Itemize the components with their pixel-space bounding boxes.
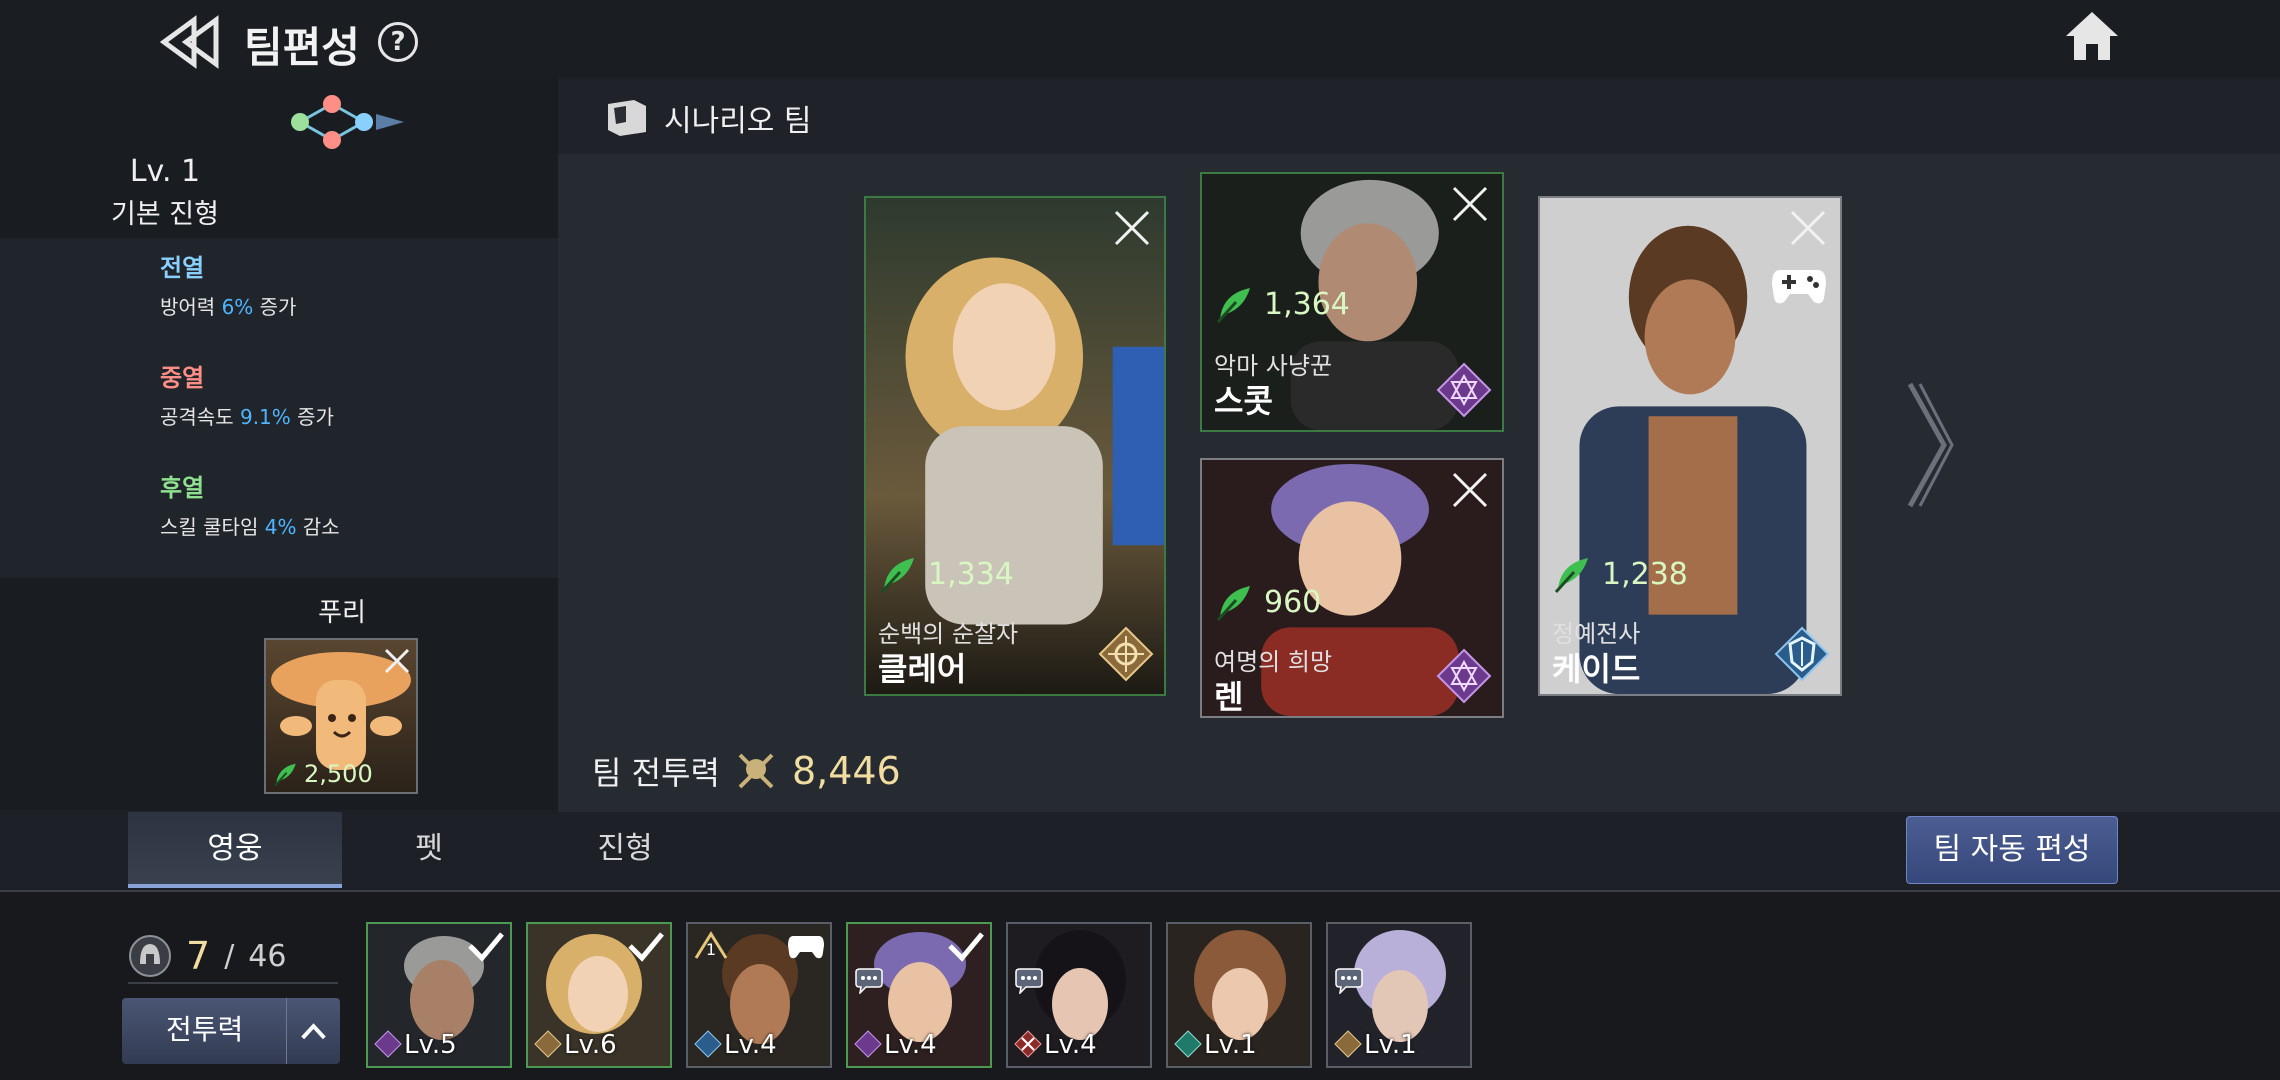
page-title: 팀편성: [244, 23, 360, 72]
rank-badge-icon: 1: [694, 931, 728, 959]
hero-level: Lv.1: [1364, 1030, 1417, 1060]
support-class-icon: [1174, 1030, 1202, 1058]
gamepad-icon: [1772, 270, 1826, 304]
hero-name: 스콧: [1214, 382, 1273, 420]
middle-row-desc: 공격속도 9.1% 증가: [160, 405, 334, 429]
hero-level: Lv.4: [884, 1030, 937, 1060]
home-icon[interactable]: [2062, 8, 2122, 64]
mage-class-icon: [1436, 648, 1492, 704]
power-icon: [1216, 288, 1250, 324]
back-row-info: 후열 스킬 쿨타임 4% 감소: [160, 468, 340, 540]
assassin-class-icon: [1014, 1030, 1042, 1058]
warrior-class-icon: [694, 1030, 722, 1058]
hero-power: 1,364: [1214, 284, 1350, 324]
hero-level: Lv.1: [1204, 1030, 1257, 1060]
front-row-desc: 방어력 6% 증가: [160, 295, 297, 319]
roster-hero-card[interactable]: 1 Lv.4: [686, 922, 832, 1068]
remove-pet-icon[interactable]: [382, 646, 412, 676]
warrior-class-icon: [1774, 626, 1830, 682]
hero-level: Lv.6: [564, 1030, 617, 1060]
front-row-info: 전열 방어력 6% 증가: [160, 248, 296, 320]
roster-count: 7/46: [128, 930, 338, 984]
hero-name: 렌: [1214, 678, 1244, 716]
selected-check-icon: [468, 932, 504, 962]
next-page-arrow-icon[interactable]: [1904, 380, 1954, 510]
power-icon: [880, 558, 914, 594]
combat-power-icon: [738, 753, 774, 789]
roster-hero-card[interactable]: Lv.1: [1166, 922, 1312, 1068]
chevron-up-icon[interactable]: [286, 998, 340, 1064]
power-icon: [274, 763, 296, 787]
hero-card-cade[interactable]: 1,238 정예전사 케이드: [1538, 196, 1842, 696]
gamepad-icon: [788, 936, 824, 959]
remove-hero-icon[interactable]: [1450, 470, 1490, 510]
ranger-class-icon: [534, 1030, 562, 1058]
helmet-icon: [129, 935, 171, 977]
back-row-title: 후열: [160, 474, 205, 502]
back-arrow-icon[interactable]: [160, 14, 230, 70]
middle-row-info: 중열 공격속도 9.1% 증가: [160, 358, 334, 430]
power-icon: [1216, 586, 1250, 622]
hero-level: Lv.4: [724, 1030, 777, 1060]
sort-by-power-button[interactable]: 전투력: [122, 998, 340, 1064]
power-icon: [1554, 558, 1588, 594]
chat-bubble-icon: [1015, 968, 1043, 994]
selected-check-icon: [628, 932, 664, 962]
ranger-class-icon: [1334, 1030, 1362, 1058]
remove-hero-icon[interactable]: [1788, 208, 1828, 248]
scenario-book-icon: [608, 100, 646, 136]
team-title: 시나리오 팀: [664, 104, 812, 139]
auto-team-button[interactable]: 팀 자동 편성: [1906, 816, 2118, 884]
selected-check-icon: [948, 932, 984, 962]
chat-bubble-icon: [1335, 968, 1363, 994]
hero-level: Lv.4: [1044, 1030, 1097, 1060]
hero-card-claire[interactable]: 1,334 순백의 순찰자 클레어: [864, 196, 1166, 696]
help-icon[interactable]: ?: [378, 22, 418, 62]
roster-hero-card[interactable]: Lv.1: [1326, 922, 1472, 1068]
remove-hero-icon[interactable]: [1112, 208, 1152, 248]
hero-name: 클레어: [878, 650, 967, 688]
tab-formation[interactable]: 진형: [518, 812, 732, 888]
team-header: [558, 78, 2280, 154]
hero-power: 1,334: [878, 554, 1014, 594]
hero-level: Lv.5: [404, 1030, 457, 1060]
pet-card[interactable]: 2,500: [264, 638, 418, 794]
mage-class-icon: [854, 1030, 882, 1058]
total-power-label: 팀 전투력: [592, 754, 720, 792]
hero-card-scott[interactable]: 1,364 악마 사냥꾼 스콧: [1200, 172, 1504, 432]
team-total-power: 팀 전투력 8,446: [592, 748, 901, 794]
hero-power: 960: [1214, 582, 1321, 622]
mage-class-icon: [1436, 362, 1492, 418]
tab-hero[interactable]: 영웅: [128, 812, 342, 888]
middle-row-title: 중열: [160, 364, 205, 392]
roster-hero-card[interactable]: Lv.5: [366, 922, 512, 1068]
hero-card-ren[interactable]: 960 여명의 희망 렌: [1200, 458, 1504, 718]
tab-pet[interactable]: 펫: [322, 812, 536, 888]
hero-name: 케이드: [1552, 650, 1641, 688]
mage-class-icon: [374, 1030, 402, 1058]
ranger-class-icon: [1098, 626, 1154, 682]
back-row-desc: 스킬 쿨타임 4% 감소: [160, 515, 340, 539]
roster-hero-card[interactable]: Lv.6: [526, 922, 672, 1068]
pet-power: 2,500: [272, 760, 373, 788]
chat-bubble-icon: [855, 968, 883, 994]
formation-icon: [291, 95, 404, 149]
roster-hero-card[interactable]: Lv.4: [1006, 922, 1152, 1068]
hero-power: 1,238: [1552, 554, 1688, 594]
roster-hero-card[interactable]: Lv.4: [846, 922, 992, 1068]
front-row-title: 전열: [160, 254, 205, 282]
svg-text:1: 1: [706, 940, 716, 959]
remove-hero-icon[interactable]: [1450, 184, 1490, 224]
total-power-value: 8,446: [791, 749, 901, 793]
